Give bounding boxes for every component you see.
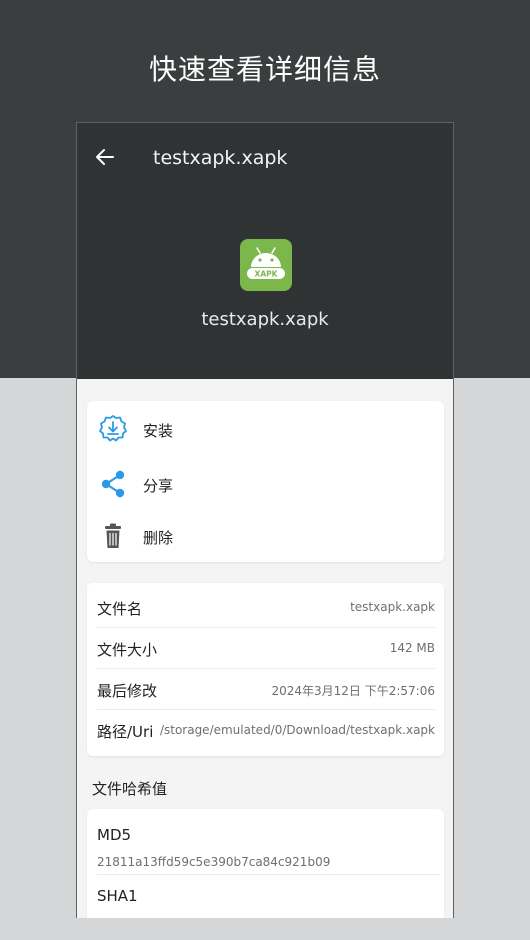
hash-card: MD5 21811a13ffd59c5e390b7ca84c921b09 SHA… bbox=[87, 809, 444, 918]
hash-algo-md5: MD5 bbox=[97, 826, 132, 844]
hash-value-md5[interactable]: 21811a13ffd59c5e390b7ca84c921b09 bbox=[97, 855, 330, 869]
info-row-path: 路径/Uri /storage/emulated/0/Download/test… bbox=[97, 710, 435, 751]
file-name-heading: testxapk.xapk bbox=[201, 309, 329, 330]
file-info-card: 文件名 testxapk.xapk 文件大小 142 MB 最后修改 2024年… bbox=[87, 583, 444, 756]
hash-divider bbox=[97, 874, 440, 875]
android-xapk-icon: XAPK bbox=[240, 239, 292, 291]
info-key: 路径/Uri bbox=[97, 723, 154, 741]
info-row-modified: 最后修改 2024年3月12日 下午2:57:06 bbox=[97, 669, 435, 710]
hash-algo-sha1: SHA1 bbox=[97, 887, 138, 905]
info-key: 最后修改 bbox=[97, 682, 158, 700]
install-download-icon bbox=[97, 413, 129, 445]
share-button[interactable]: 分享 bbox=[87, 462, 444, 506]
actions-card: 安装 分享 删除 bbox=[87, 401, 444, 562]
info-row-filename: 文件名 testxapk.xapk bbox=[97, 587, 435, 628]
hash-section-title: 文件哈希值 bbox=[92, 780, 168, 798]
arrow-left-icon[interactable] bbox=[93, 145, 117, 169]
info-row-filesize: 文件大小 142 MB bbox=[97, 628, 435, 669]
promo-title: 快速查看详细信息 bbox=[148, 53, 381, 86]
info-key: 文件名 bbox=[97, 600, 143, 618]
info-value: 142 MB bbox=[389, 641, 435, 655]
delete-label: 删除 bbox=[143, 529, 174, 547]
install-label: 安装 bbox=[143, 422, 174, 440]
phone-screen: testxapk.xapk XAPK testxapk.xapk 安装 分享 删… bbox=[76, 122, 454, 918]
info-value[interactable]: /storage/emulated/0/Download/testxapk.xa… bbox=[160, 723, 435, 737]
trash-icon bbox=[97, 520, 129, 552]
share-icon bbox=[97, 468, 129, 500]
xapk-label: XAPK bbox=[255, 269, 279, 278]
info-value: testxapk.xapk bbox=[350, 600, 435, 614]
install-button[interactable]: 安装 bbox=[87, 407, 444, 451]
info-key: 文件大小 bbox=[97, 641, 158, 659]
delete-button[interactable]: 删除 bbox=[87, 514, 444, 558]
file-header: testxapk.xapk XAPK testxapk.xapk bbox=[77, 123, 453, 379]
app-bar-title: testxapk.xapk bbox=[153, 147, 288, 169]
share-label: 分享 bbox=[143, 477, 174, 495]
info-value: 2024年3月12日 下午2:57:06 bbox=[271, 684, 435, 698]
